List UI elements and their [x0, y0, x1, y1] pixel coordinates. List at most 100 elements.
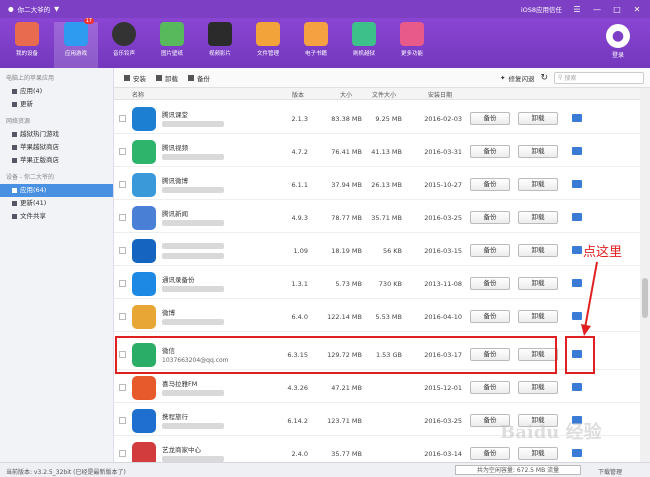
table-row[interactable]: 腾讯视频 4.7.2 76.41 MB 41.13 MB 2016-03-31 …	[114, 137, 640, 167]
app-docsize: 41.13 MB	[371, 148, 402, 156]
uninstall-button[interactable]: 卸载	[518, 112, 558, 125]
row-checkbox[interactable]	[119, 417, 126, 424]
minimize-button[interactable]: —	[592, 5, 602, 14]
app-name: 携程旅行	[162, 413, 188, 421]
backup-button[interactable]: 备份	[470, 178, 510, 191]
uninstall-label: 卸载	[165, 74, 178, 83]
col-date[interactable]: 安装日期	[428, 90, 452, 99]
ios8-trust-link[interactable]: iOS8应用信任	[521, 4, 562, 14]
uninstall-button[interactable]: 卸载	[156, 73, 178, 83]
tool-music-ringtones[interactable]: 音乐铃声	[102, 22, 146, 57]
tool-videos[interactable]: 视频影片	[198, 22, 242, 57]
tool-more[interactable]: 更多功能	[390, 22, 434, 57]
backup-button[interactable]: 备份	[470, 244, 510, 257]
music-icon	[112, 22, 136, 46]
col-docsize[interactable]: 文件大小	[372, 90, 396, 99]
search-input[interactable]: ⚲ 搜索	[554, 71, 644, 84]
table-row[interactable]: 微博 6.4.0 122.14 MB 5.53 MB 2016-04-10 备份…	[114, 302, 640, 332]
maximize-button[interactable]: □	[612, 5, 622, 14]
refresh-icon[interactable]: ↻	[540, 73, 548, 83]
login-button[interactable]: ● 登录	[606, 24, 630, 59]
sidebar-item-official-store[interactable]: 苹果正版商店	[0, 154, 113, 167]
tool-label: 电子书籍	[304, 51, 327, 57]
chevron-down-icon[interactable]: ▼	[54, 5, 59, 13]
sidebar-item-jailbreak-store[interactable]: 苹果越狱商店	[0, 141, 113, 154]
tool-flash-jailbreak[interactable]: 刷机越狱	[342, 22, 386, 57]
uninstall-button[interactable]: 卸载	[518, 310, 558, 323]
app-size: 76.41 MB	[331, 148, 362, 156]
folder-icon[interactable]	[572, 246, 582, 254]
folder-icon[interactable]	[572, 383, 582, 391]
backup-button[interactable]: 备份	[470, 310, 510, 323]
annotation-arrow-icon	[581, 261, 598, 336]
tool-ebooks[interactable]: 电子书籍	[294, 22, 338, 57]
table-row[interactable]: 通讯录备份 1.3.1 5.73 MB 730 KB 2013-11-08 备份…	[114, 269, 640, 299]
scrollbar-thumb[interactable]	[642, 278, 648, 318]
table-row[interactable]: 腾讯微博 6.1.1 37.94 MB 26.13 MB 2015-10-27 …	[114, 170, 640, 200]
uninstall-button[interactable]: 卸载	[518, 145, 558, 158]
app-icon	[132, 206, 156, 230]
close-button[interactable]: ✕	[632, 5, 642, 14]
fix-crash-button[interactable]: ✦ 修复闪退	[500, 73, 534, 83]
tool-my-device[interactable]: 我的设备	[5, 22, 49, 57]
backup-button[interactable]: 备份	[470, 211, 510, 224]
folder-icon[interactable]	[572, 114, 582, 122]
backup-button[interactable]: 备份	[188, 73, 210, 83]
col-name[interactable]: 名称	[132, 90, 144, 99]
col-size[interactable]: 大小	[340, 90, 352, 99]
row-checkbox[interactable]	[119, 148, 126, 155]
row-checkbox[interactable]	[119, 450, 126, 457]
blurred-text	[162, 243, 224, 249]
app-docsize: 9.25 MB	[375, 115, 402, 123]
row-checkbox[interactable]	[119, 214, 126, 221]
row-checkbox[interactable]	[119, 313, 126, 320]
folder-icon[interactable]	[572, 449, 582, 457]
sidebar-item-pc-updates[interactable]: 更新	[0, 98, 113, 111]
app-icon	[132, 239, 156, 263]
sidebar-item-file-sharing[interactable]: 文件共享	[0, 210, 113, 223]
settings-icon[interactable]: ☰	[572, 5, 582, 14]
row-checkbox[interactable]	[119, 115, 126, 122]
uninstall-button[interactable]: 卸载	[518, 277, 558, 290]
row-checkbox[interactable]	[119, 247, 126, 254]
backup-button[interactable]: 备份	[470, 447, 510, 460]
row-checkbox[interactable]	[119, 384, 126, 391]
folder-icon[interactable]	[572, 180, 582, 188]
uninstall-button[interactable]: 卸载	[518, 381, 558, 394]
table-row[interactable]: 腾讯课堂 2.1.3 83.38 MB 9.25 MB 2016-02-03 备…	[114, 104, 640, 134]
uninstall-button[interactable]: 卸载	[518, 244, 558, 257]
install-button[interactable]: 安装	[124, 73, 146, 83]
col-version[interactable]: 版本	[292, 90, 304, 99]
table-row[interactable]: 腾讯新闻 4.9.3 78.77 MB 35.71 MB 2016-03-25 …	[114, 203, 640, 233]
backup-button[interactable]: 备份	[470, 145, 510, 158]
app-icon	[132, 442, 156, 462]
apps-icon	[12, 188, 17, 193]
app-name: 腾讯微博	[162, 177, 188, 185]
row-checkbox[interactable]	[119, 280, 126, 287]
sidebar-item-pc-apps[interactable]: 应用(4)	[0, 85, 113, 98]
scrollbar[interactable]	[640, 88, 650, 462]
backup-button[interactable]: 备份	[470, 112, 510, 125]
folder-icon[interactable]	[572, 147, 582, 155]
app-version: 4.3.26	[287, 384, 308, 392]
uninstall-button[interactable]: 卸载	[518, 178, 558, 191]
tool-apps-games[interactable]: 17 应用游戏	[54, 18, 98, 68]
table-row[interactable]: 喜马拉雅FM 4.3.26 47.21 MB 2015-12-01 备份 卸载	[114, 373, 640, 403]
download-manager-button[interactable]: 下载管理	[598, 467, 622, 476]
sidebar-item-device-updates[interactable]: 更新(41)	[0, 197, 113, 210]
backup-button[interactable]: 备份	[470, 277, 510, 290]
sidebar-item-jailbreak-games[interactable]: 越狱热门游戏	[0, 128, 113, 141]
tool-label: 应用游戏	[64, 51, 87, 57]
folder-icon[interactable]	[572, 213, 582, 221]
tool-file-manager[interactable]: 文件管理	[246, 22, 290, 57]
uninstall-button[interactable]: 卸载	[518, 211, 558, 224]
table-row[interactable]: 1.09 18.19 MB 56 KB 2016-03-15 备份 卸载	[114, 236, 640, 266]
blurred-text	[162, 220, 224, 226]
device-indicator[interactable]: ● 你二大爷的 ▼	[8, 4, 59, 14]
tool-pictures[interactable]: 图片壁纸	[150, 22, 194, 57]
sidebar-item-device-apps[interactable]: 应用(64)	[0, 184, 113, 197]
backup-button[interactable]: 备份	[470, 381, 510, 394]
uninstall-button[interactable]: 卸载	[518, 447, 558, 460]
row-checkbox[interactable]	[119, 181, 126, 188]
blurred-text	[162, 253, 224, 259]
